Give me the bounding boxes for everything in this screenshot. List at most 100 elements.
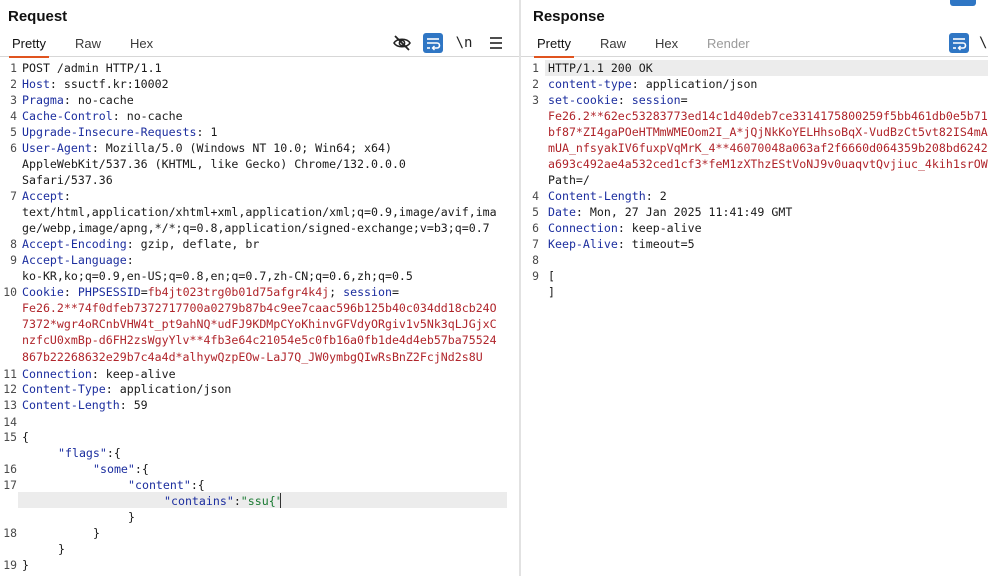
cookie-value-continuation: a693c492ae4a532ced1cf3*feM1zXThzEStVoNJ9… — [548, 157, 988, 171]
cookie-value-continuation: Fe26.2**74f0dfeb7372717700a0279b87b4c9ee… — [22, 301, 497, 315]
newline-icon[interactable]: \n — [979, 33, 988, 53]
json-key: "flags" — [58, 446, 107, 460]
json-open-bracket: [ — [548, 269, 555, 283]
newline-icon[interactable]: \n — [454, 33, 474, 53]
response-tab-pretty[interactable]: Pretty — [534, 31, 574, 58]
cookie-value-continuation: 7372*wgr4oRCnbVHW4t_pt9ahNQ*udFJ9KDMpCYo… — [22, 317, 497, 331]
request-header-accept-encoding: Accept-Encoding: gzip, deflate, br — [22, 237, 260, 251]
line-number: 11 — [3, 367, 17, 381]
request-header-host: Host: ssuctf.kr:10002 — [22, 77, 169, 91]
json-close-brace: } — [22, 558, 29, 572]
eye-off-icon[interactable] — [392, 33, 412, 53]
response-tab-hex[interactable]: Hex — [655, 31, 678, 57]
json-punct: :{ — [190, 478, 205, 492]
header-value-continuation: ko-KR,ko;q=0.9,en-US;q=0.8,en;q=0.7,zh-C… — [22, 269, 413, 283]
json-punct: :{ — [106, 446, 121, 460]
header-key: Content-Type — [22, 382, 106, 396]
json-close-bracket: ] — [548, 285, 555, 299]
header-value: 59 — [126, 398, 148, 412]
header-value: no-cache — [70, 93, 134, 107]
json-key-flags: "flags":{ — [22, 445, 511, 461]
header-key: Connection — [22, 367, 92, 381]
header-value: application/json — [112, 382, 232, 396]
response-title: Response — [533, 8, 605, 25]
cookie-value-continuation: bf87*ZI4gaPOeHTMmWMEOom2I_A*jQjNkKoYELHh… — [548, 125, 988, 139]
request-header-cookie: Cookie: PHPSESSID=fb4jt023trg0b01d75afgr… — [22, 285, 399, 299]
header-value: keep-alive — [624, 221, 702, 235]
header-key: content-type — [548, 77, 632, 91]
menu-icon[interactable] — [486, 33, 506, 53]
header-key: Content-Length — [22, 398, 120, 412]
header-value: keep-alive — [98, 367, 176, 381]
response-tab-render[interactable]: Render — [707, 31, 750, 57]
header-value: 2 — [652, 189, 667, 203]
json-punct: : — [233, 494, 241, 508]
header-key: Accept-Encoding — [22, 237, 127, 251]
request-tab-raw[interactable]: Raw — [75, 31, 101, 57]
header-key: set-cookie — [548, 93, 618, 107]
line-number: 9 — [532, 269, 539, 283]
line-number: 10 — [3, 285, 17, 299]
line-number: 13 — [3, 398, 17, 412]
layout-toggle-button[interactable] — [950, 0, 976, 6]
request-pane: Request Pretty Raw Hex \n 1 2 3 4 5 6 7 … — [0, 0, 519, 576]
header-value: 1 — [203, 125, 218, 139]
request-header-content-type: Content-Type: application/json — [22, 382, 232, 396]
header-key: Content-Length — [548, 189, 646, 203]
line-number: 3 — [532, 93, 539, 107]
response-tab-raw[interactable]: Raw — [600, 31, 626, 57]
line-number: 4 — [532, 189, 539, 203]
wrap-lines-icon[interactable] — [949, 33, 969, 53]
line-number: 2 — [10, 77, 17, 91]
json-key-contains[interactable]: "contains":"ssu{" — [22, 493, 511, 509]
line-number: 8 — [10, 237, 17, 251]
line-number: 6 — [532, 221, 539, 235]
line-number: 5 — [10, 125, 17, 139]
json-key: "some" — [93, 462, 135, 476]
request-tab-hex[interactable]: Hex — [130, 31, 153, 57]
request-line: POST /admin HTTP/1.1 — [22, 60, 511, 76]
response-header-date: Date: Mon, 27 Jan 2025 11:41:49 GMT — [548, 205, 793, 219]
request-tab-pretty[interactable]: Pretty — [9, 31, 49, 58]
cookie-value-continuation: nzfcU0xmBp-d6FH2zsWgyYlv**4fb3e64c21054e… — [22, 333, 497, 347]
line-number: 7 — [10, 189, 17, 203]
header-value-continuation: AppleWebKit/537.36 (KHTML, like Gecko) C… — [22, 157, 406, 171]
line-number: 8 — [532, 253, 539, 267]
line-number: 3 — [10, 93, 17, 107]
line-number: 6 — [10, 141, 17, 155]
line-number: 17 — [3, 478, 17, 492]
response-pane: Response Pretty Raw Hex Render \n 1 2 3 … — [521, 0, 988, 576]
response-header-connection: Connection: keep-alive — [548, 221, 702, 235]
header-key: Cache-Control — [22, 109, 113, 123]
line-number: 14 — [3, 415, 17, 429]
json-close-brace: } — [58, 542, 65, 556]
header-value: gzip, deflate, br — [133, 237, 260, 251]
header-key: Pragma — [22, 93, 64, 107]
line-number: 1 — [532, 61, 539, 75]
json-punct: :{ — [134, 462, 149, 476]
header-key: Host — [22, 77, 50, 91]
response-header-content-type: content-type: application/json — [548, 77, 758, 91]
response-editor[interactable]: 1 2 3 4 5 6 7 8 9 HTTP/1.1 200 OK conten… — [521, 60, 988, 576]
request-editor[interactable]: 1 2 3 4 5 6 7 8 9 10 11 12 13 14 15 16 1… — [0, 60, 519, 576]
request-header-accept: Accept: — [22, 189, 71, 203]
header-key: Cookie — [22, 285, 64, 299]
request-header-connection: Connection: keep-alive — [22, 367, 176, 381]
header-value: no-cache — [119, 109, 183, 123]
line-number: 12 — [3, 382, 17, 396]
header-key: Keep-Alive — [548, 237, 618, 251]
header-value: Mon, 27 Jan 2025 11:41:49 GMT — [582, 205, 793, 219]
json-key: "content" — [128, 478, 191, 492]
request-header-cache-control: Cache-Control: no-cache — [22, 109, 183, 123]
line-number — [0, 541, 17, 557]
cookie-name: session — [624, 93, 681, 107]
json-key: "contains" — [164, 494, 234, 508]
header-key: User-Agent — [22, 141, 92, 155]
response-header-set-cookie: set-cookie: session= — [548, 93, 688, 107]
response-header-keep-alive: Keep-Alive: timeout=5 — [548, 237, 695, 251]
json-close-brace: } — [128, 510, 135, 524]
header-value: ssuctf.kr:10002 — [56, 77, 169, 91]
header-key: Connection — [548, 221, 618, 235]
wrap-lines-icon[interactable] — [423, 33, 443, 53]
cookie-value-continuation: mUA_nfsyakIV6fuxpVqMrK_4**46070048a063af… — [548, 141, 988, 155]
